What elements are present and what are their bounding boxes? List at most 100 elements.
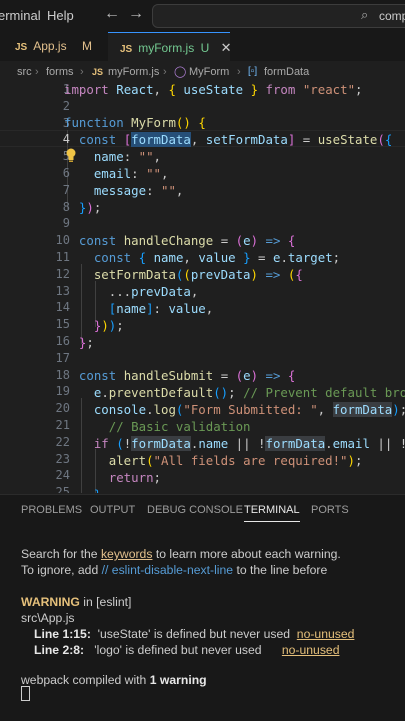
line-number: 24 xyxy=(55,468,70,483)
search-text: comp xyxy=(379,9,405,23)
code-line: }; xyxy=(78,335,94,350)
code-line: setFormData((prevData) => ({ xyxy=(93,267,303,282)
line-number: 2 xyxy=(62,98,70,113)
menu-help[interactable]: Help xyxy=(47,8,74,23)
code-line: name: "", xyxy=(93,149,161,164)
terminal-code: // eslint-disable-next-line xyxy=(101,563,234,577)
js-file-icon: JS xyxy=(120,44,133,55)
code-line: console.log("Form Submitted: ", formData… xyxy=(93,402,405,417)
js-file-icon: JS xyxy=(92,67,104,77)
terminal-line: webpack compiled with 1 warning xyxy=(21,673,207,687)
tab-label: App.js xyxy=(33,39,67,53)
line-number: 5 xyxy=(62,149,70,164)
cube-icon: ◯ xyxy=(174,66,187,78)
line-number: 13 xyxy=(55,283,70,298)
terminal-text: Search for the xyxy=(21,547,101,561)
code-line: // Basic validation xyxy=(108,419,251,434)
line-number: 15 xyxy=(55,317,70,332)
terminal-line: Line 2:8: 'logo' is defined but never us… xyxy=(34,643,339,657)
terminal-text: to the line before xyxy=(233,563,328,577)
terminal-text: webpack compiled with xyxy=(21,673,150,687)
line-number: 9 xyxy=(62,216,70,231)
terminal-line: src\App.js xyxy=(21,611,75,625)
breadcrumb-item[interactable]: MyForm xyxy=(189,61,229,83)
line-number: 12 xyxy=(55,266,70,281)
terminal-text: in [eslint] xyxy=(79,595,132,609)
code-line: const handleSubmit = (e) => { xyxy=(78,368,296,383)
tab-terminal[interactable]: TERMINAL xyxy=(244,504,300,522)
breadcrumb-item[interactable]: forms xyxy=(46,61,74,83)
keywords-link[interactable]: keywords xyxy=(101,547,152,561)
chevron-right-icon: › xyxy=(80,66,84,78)
code-line: } xyxy=(64,487,101,493)
close-icon[interactable]: ✕ xyxy=(221,40,232,55)
line-number: 4 xyxy=(62,132,70,147)
tab-status: U xyxy=(200,41,210,55)
code-line: message: "", xyxy=(93,183,184,198)
code-line: return; xyxy=(108,470,161,485)
line-number: 20 xyxy=(55,401,70,416)
warning-location: Line 2:8: xyxy=(34,643,85,657)
code-line: import React, { useState } from "react"; xyxy=(64,83,363,97)
variable-icon: [▫] xyxy=(248,66,258,77)
line-number: 1 xyxy=(62,83,70,96)
terminal-line: To ignore, add // eslint-disable-next-li… xyxy=(21,563,327,577)
code-line: ...prevData, xyxy=(64,284,199,299)
tab-myform-js[interactable]: JS myForm.js U ✕ xyxy=(108,32,232,62)
tab-label: myForm.js xyxy=(138,41,195,55)
arrow-right-icon[interactable]: → xyxy=(128,5,144,23)
warning-message: 'useState' is defined but never used xyxy=(90,627,297,641)
chevron-right-icon: › xyxy=(163,66,167,78)
search-icon: ⌕ xyxy=(361,7,369,22)
code-line: }); xyxy=(78,200,102,215)
line-number: 14 xyxy=(55,300,70,315)
line-number: 18 xyxy=(55,367,70,382)
code-line: e.preventDefault(); // Prevent default b… xyxy=(93,385,405,400)
warning-location: Line 1:15: xyxy=(34,627,91,641)
code-editor[interactable]: 1 2 3 4 5 6 7 8 9 10 11 12 13 14 15 16 17 18 19 20 21 22 23 24 2… xyxy=(0,83,405,493)
warning-label: WARNING xyxy=(21,595,80,609)
title-bar: erminal Help ← → ⌕ comp xyxy=(0,0,405,32)
bottom-panel: PROBLEMS OUTPUT DEBUG CONSOLE TERMINAL P… xyxy=(0,494,405,721)
line-number: 16 xyxy=(55,334,70,348)
terminal-line: Line 1:15: 'useState' is defined but nev… xyxy=(34,627,354,641)
line-number: 21 xyxy=(55,418,70,432)
tab-debug-console[interactable]: DEBUG CONSOLE xyxy=(147,504,243,516)
rule-link[interactable]: no-unused xyxy=(282,643,340,657)
code-line: [name]: value, xyxy=(108,301,214,316)
tab-output[interactable]: OUTPUT xyxy=(90,504,135,516)
code-line: email: "", xyxy=(93,166,169,181)
line-number: 6 xyxy=(62,166,70,180)
tab-ports[interactable]: PORTS xyxy=(311,504,349,516)
terminal-cursor xyxy=(21,686,30,701)
command-center-search[interactable]: ⌕ comp xyxy=(152,4,405,28)
code-line: })); xyxy=(93,318,124,333)
terminal-text: To ignore, add xyxy=(21,563,102,577)
breadcrumb-item[interactable]: myForm.js xyxy=(108,61,159,83)
code-line: function MyForm() { xyxy=(64,115,206,130)
breadcrumb-item[interactable]: src xyxy=(17,61,32,83)
terminal-line: WARNING in [eslint] xyxy=(21,595,131,609)
lightbulb-icon[interactable] xyxy=(65,148,77,162)
terminal-text: to learn more about each warning. xyxy=(152,547,341,561)
breadcrumb-item[interactable]: formData xyxy=(264,61,309,83)
line-number: 25 xyxy=(55,485,70,493)
code-line: const [formData, setFormData] = useState… xyxy=(78,132,393,147)
breadcrumb: src › forms › JS myForm.js › ◯ MyForm › … xyxy=(0,61,405,83)
tab-app-js[interactable]: JS App.js M xyxy=(15,32,110,61)
code-line: if (!formData.name || !formData.email ||… xyxy=(93,436,405,451)
editor-tabs: JS App.js M JS myForm.js U ✕ xyxy=(0,32,405,62)
code-line: const { name, value } = e.target; xyxy=(93,250,341,265)
tab-status: M xyxy=(81,39,92,53)
line-number: 3 xyxy=(62,115,70,130)
js-file-icon: JS xyxy=(15,42,28,53)
tab-problems[interactable]: PROBLEMS xyxy=(21,504,82,516)
rule-link[interactable]: no-unused xyxy=(297,627,355,641)
arrow-left-icon[interactable]: ← xyxy=(104,5,120,23)
line-number: 22 xyxy=(55,434,70,449)
warning-message: 'logo' is defined but never used xyxy=(84,643,282,657)
terminal-line: Search for the keywords to learn more ab… xyxy=(21,547,341,561)
line-number: 11 xyxy=(55,250,70,264)
line-number: 10 xyxy=(55,233,70,248)
menu-terminal[interactable]: erminal xyxy=(0,8,41,23)
